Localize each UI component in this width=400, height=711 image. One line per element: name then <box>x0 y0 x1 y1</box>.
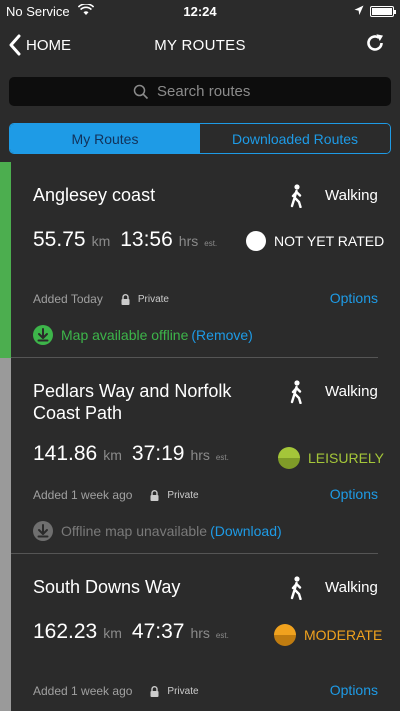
added-date: Added 1 week ago <box>33 684 133 698</box>
page-title: MY ROUTES <box>154 37 246 54</box>
distance-unit: km <box>103 625 122 641</box>
lock-icon <box>121 293 130 305</box>
search-bar[interactable] <box>9 77 391 106</box>
nav-bar: HOME MY ROUTES <box>0 22 400 70</box>
duration-value: 13:56 <box>120 228 173 251</box>
duration-value: 47:37 <box>131 620 185 643</box>
difficulty-rating: LEISURELY <box>278 447 384 469</box>
offline-text: Map available offline <box>61 327 189 343</box>
lock-icon <box>150 685 159 697</box>
duration-unit: hrs <box>178 233 199 249</box>
rating-label: MODERATE <box>304 627 383 643</box>
offline-text: Offline map unavailable <box>61 523 208 539</box>
added-info: Added 1 week ago Private <box>33 684 199 698</box>
tab-my-routes[interactable]: My Routes <box>10 124 200 153</box>
battery-icon <box>370 6 396 17</box>
duration-unit: hrs <box>190 625 210 641</box>
route-tabs: My Routes Downloaded Routes <box>9 123 391 154</box>
options-link[interactable]: Options <box>330 682 378 698</box>
distance-value: 141.86 <box>33 442 98 465</box>
location-arrow-icon <box>354 4 364 19</box>
activity-label: Walking <box>325 383 378 400</box>
download-circle-icon <box>33 521 53 541</box>
activity-label: Walking <box>325 187 378 204</box>
duration-value: 37:19 <box>131 442 185 465</box>
search-icon <box>133 84 149 99</box>
distance-value: 162.23 <box>33 620 98 643</box>
difficulty-rating: NOT YET RATED <box>246 231 384 251</box>
refresh-button[interactable] <box>364 32 386 59</box>
refresh-icon <box>367 34 383 51</box>
options-link[interactable]: Options <box>330 290 378 306</box>
estimate-label: est. <box>215 453 229 462</box>
offline-status-bar <box>0 162 11 358</box>
privacy-label: Private <box>167 685 199 697</box>
remove-offline-link[interactable]: (Remove) <box>191 327 252 343</box>
rating-dot <box>246 231 266 251</box>
estimate-label: est. <box>215 631 229 640</box>
lock-icon <box>150 489 159 501</box>
offline-status-bar <box>0 554 11 711</box>
added-date: Added Today <box>33 292 103 306</box>
route-name: Pedlars Way and Norfolk Coast Path <box>33 381 232 423</box>
distance-unit: km <box>91 233 111 249</box>
search-input[interactable] <box>157 83 267 100</box>
route-stats: 162.23 km 47:37 hrs est. <box>33 620 229 644</box>
offline-map-status: Offline map unavailable (Download) <box>33 521 282 541</box>
clock-time: 12:24 <box>183 4 217 19</box>
offline-status-bar <box>0 358 11 554</box>
walking-icon <box>287 184 307 213</box>
estimate-label: est. <box>204 239 218 248</box>
route-card[interactable]: Pedlars Way and Norfolk Coast Path Walki… <box>0 358 400 554</box>
distance-unit: km <box>103 447 122 463</box>
tab-downloaded-routes[interactable]: Downloaded Routes <box>200 124 390 153</box>
privacy-label: Private <box>167 489 199 501</box>
rating-label: LEISURELY <box>308 450 384 466</box>
download-circle-icon <box>33 325 53 345</box>
rating-dot <box>278 447 300 469</box>
route-card[interactable]: South Downs Way Walking 162.23 km 47:37 … <box>0 554 400 711</box>
rating-dot <box>274 624 296 646</box>
rating-label: NOT YET RATED <box>274 233 385 249</box>
options-link[interactable]: Options <box>330 486 378 502</box>
download-offline-link[interactable]: (Download) <box>210 523 282 539</box>
distance-value: 55.75 <box>33 228 86 251</box>
difficulty-rating: MODERATE <box>274 624 382 646</box>
added-info: Added Today Private <box>33 292 169 306</box>
status-bar: No Service 12:24 <box>0 0 400 22</box>
route-list: Anglesey coast Walking 55.75 km 13:56 hr… <box>0 162 400 711</box>
privacy-label: Private <box>137 293 169 305</box>
route-name: Anglesey coast <box>33 185 156 205</box>
route-card[interactable]: Anglesey coast Walking 55.75 km 13:56 hr… <box>0 162 400 358</box>
route-stats: 141.86 km 37:19 hrs est. <box>33 442 229 466</box>
added-info: Added 1 week ago Private <box>33 488 199 502</box>
walking-icon <box>287 576 307 605</box>
walking-icon <box>287 380 307 409</box>
route-name: South Downs Way <box>33 577 181 597</box>
added-date: Added 1 week ago <box>33 488 133 502</box>
route-stats: 55.75 km 13:56 hrs est. <box>33 228 217 252</box>
offline-map-status: Map available offline (Remove) <box>33 325 253 345</box>
activity-label: Walking <box>325 579 378 596</box>
duration-unit: hrs <box>190 447 210 463</box>
